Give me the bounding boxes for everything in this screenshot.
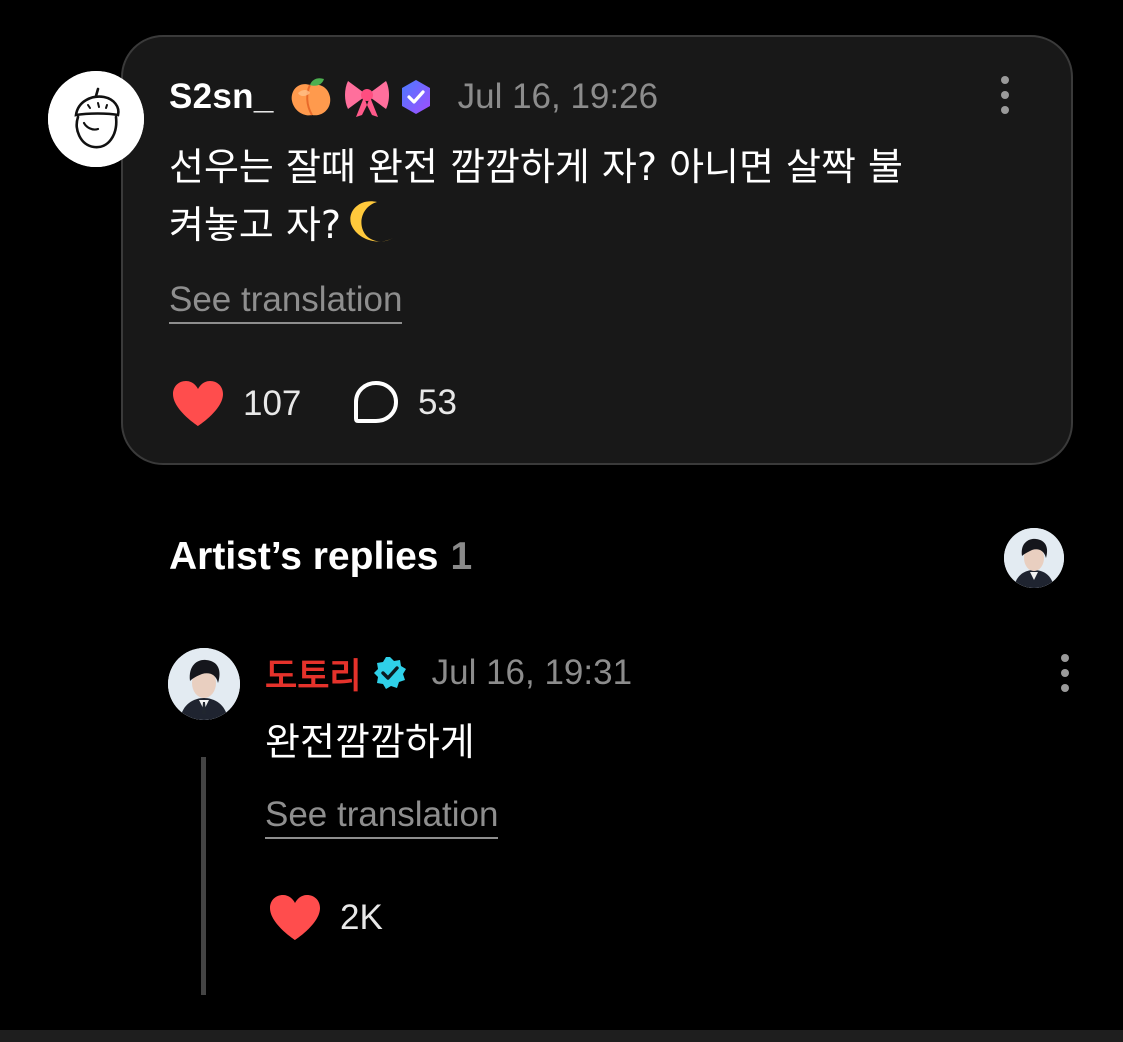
post-comment-count: 53: [418, 383, 457, 422]
reply-text: 완전깜깜하게: [265, 720, 475, 764]
post-text-line-2: 켜놓고 자?: [169, 196, 1009, 254]
post-timestamp: Jul 16, 19:26: [457, 77, 659, 116]
post-header: S2sn_ Jul 16, 19:26: [169, 72, 658, 122]
comment-bubble-icon: [354, 381, 398, 423]
artist-replies-title: Artist’s replies: [169, 535, 439, 578]
reply-timestamp: Jul 16, 19:31: [431, 653, 633, 692]
artist-replies-count: 1: [450, 535, 473, 578]
membership-badge-icon: [398, 78, 434, 116]
artist-portrait-icon: [168, 648, 240, 720]
reply-see-translation-link[interactable]: See translation: [265, 795, 499, 839]
post-more-options-button[interactable]: [990, 70, 1020, 120]
peach-emoji-icon: [288, 75, 334, 119]
reply-like-count: 2K: [340, 898, 383, 937]
reply-like-button[interactable]: 2K: [268, 894, 383, 942]
artist-mini-avatar[interactable]: [1004, 528, 1064, 588]
artist-name[interactable]: 도토리: [265, 648, 362, 699]
post-see-translation-link[interactable]: See translation: [169, 280, 403, 324]
ribbon-emoji-icon: [342, 75, 392, 119]
artist-avatar[interactable]: [168, 648, 240, 720]
reply-more-options-button[interactable]: [1050, 648, 1080, 698]
heart-icon: [270, 895, 320, 940]
user-avatar[interactable]: [48, 71, 144, 167]
thread-line: [201, 757, 206, 995]
artist-portrait-icon: [1004, 528, 1064, 588]
post-like-button[interactable]: 107: [171, 380, 301, 428]
verified-badge-icon: [372, 655, 408, 691]
reply-header: 도토리 Jul 16, 19:31: [265, 648, 632, 698]
post-text-line-2-text: 켜놓고 자?: [169, 203, 342, 247]
post-text: 선우는 잘때 완전 깜깜하게 자? 아니면 살짝 불 켜놓고 자?: [169, 138, 1009, 254]
artist-replies-heading: Artist’s replies 1: [169, 535, 472, 579]
post-comment-button[interactable]: 53: [352, 380, 457, 426]
bottom-bar: [0, 1030, 1123, 1042]
acorn-doodle-icon: [48, 71, 144, 167]
heart-icon: [173, 381, 223, 426]
post-text-line-1: 선우는 잘때 완전 깜깜하게 자? 아니면 살짝 불: [169, 145, 904, 189]
username[interactable]: S2sn_: [169, 77, 274, 117]
crescent-moon-icon: [350, 201, 394, 242]
post-like-count: 107: [243, 384, 302, 423]
